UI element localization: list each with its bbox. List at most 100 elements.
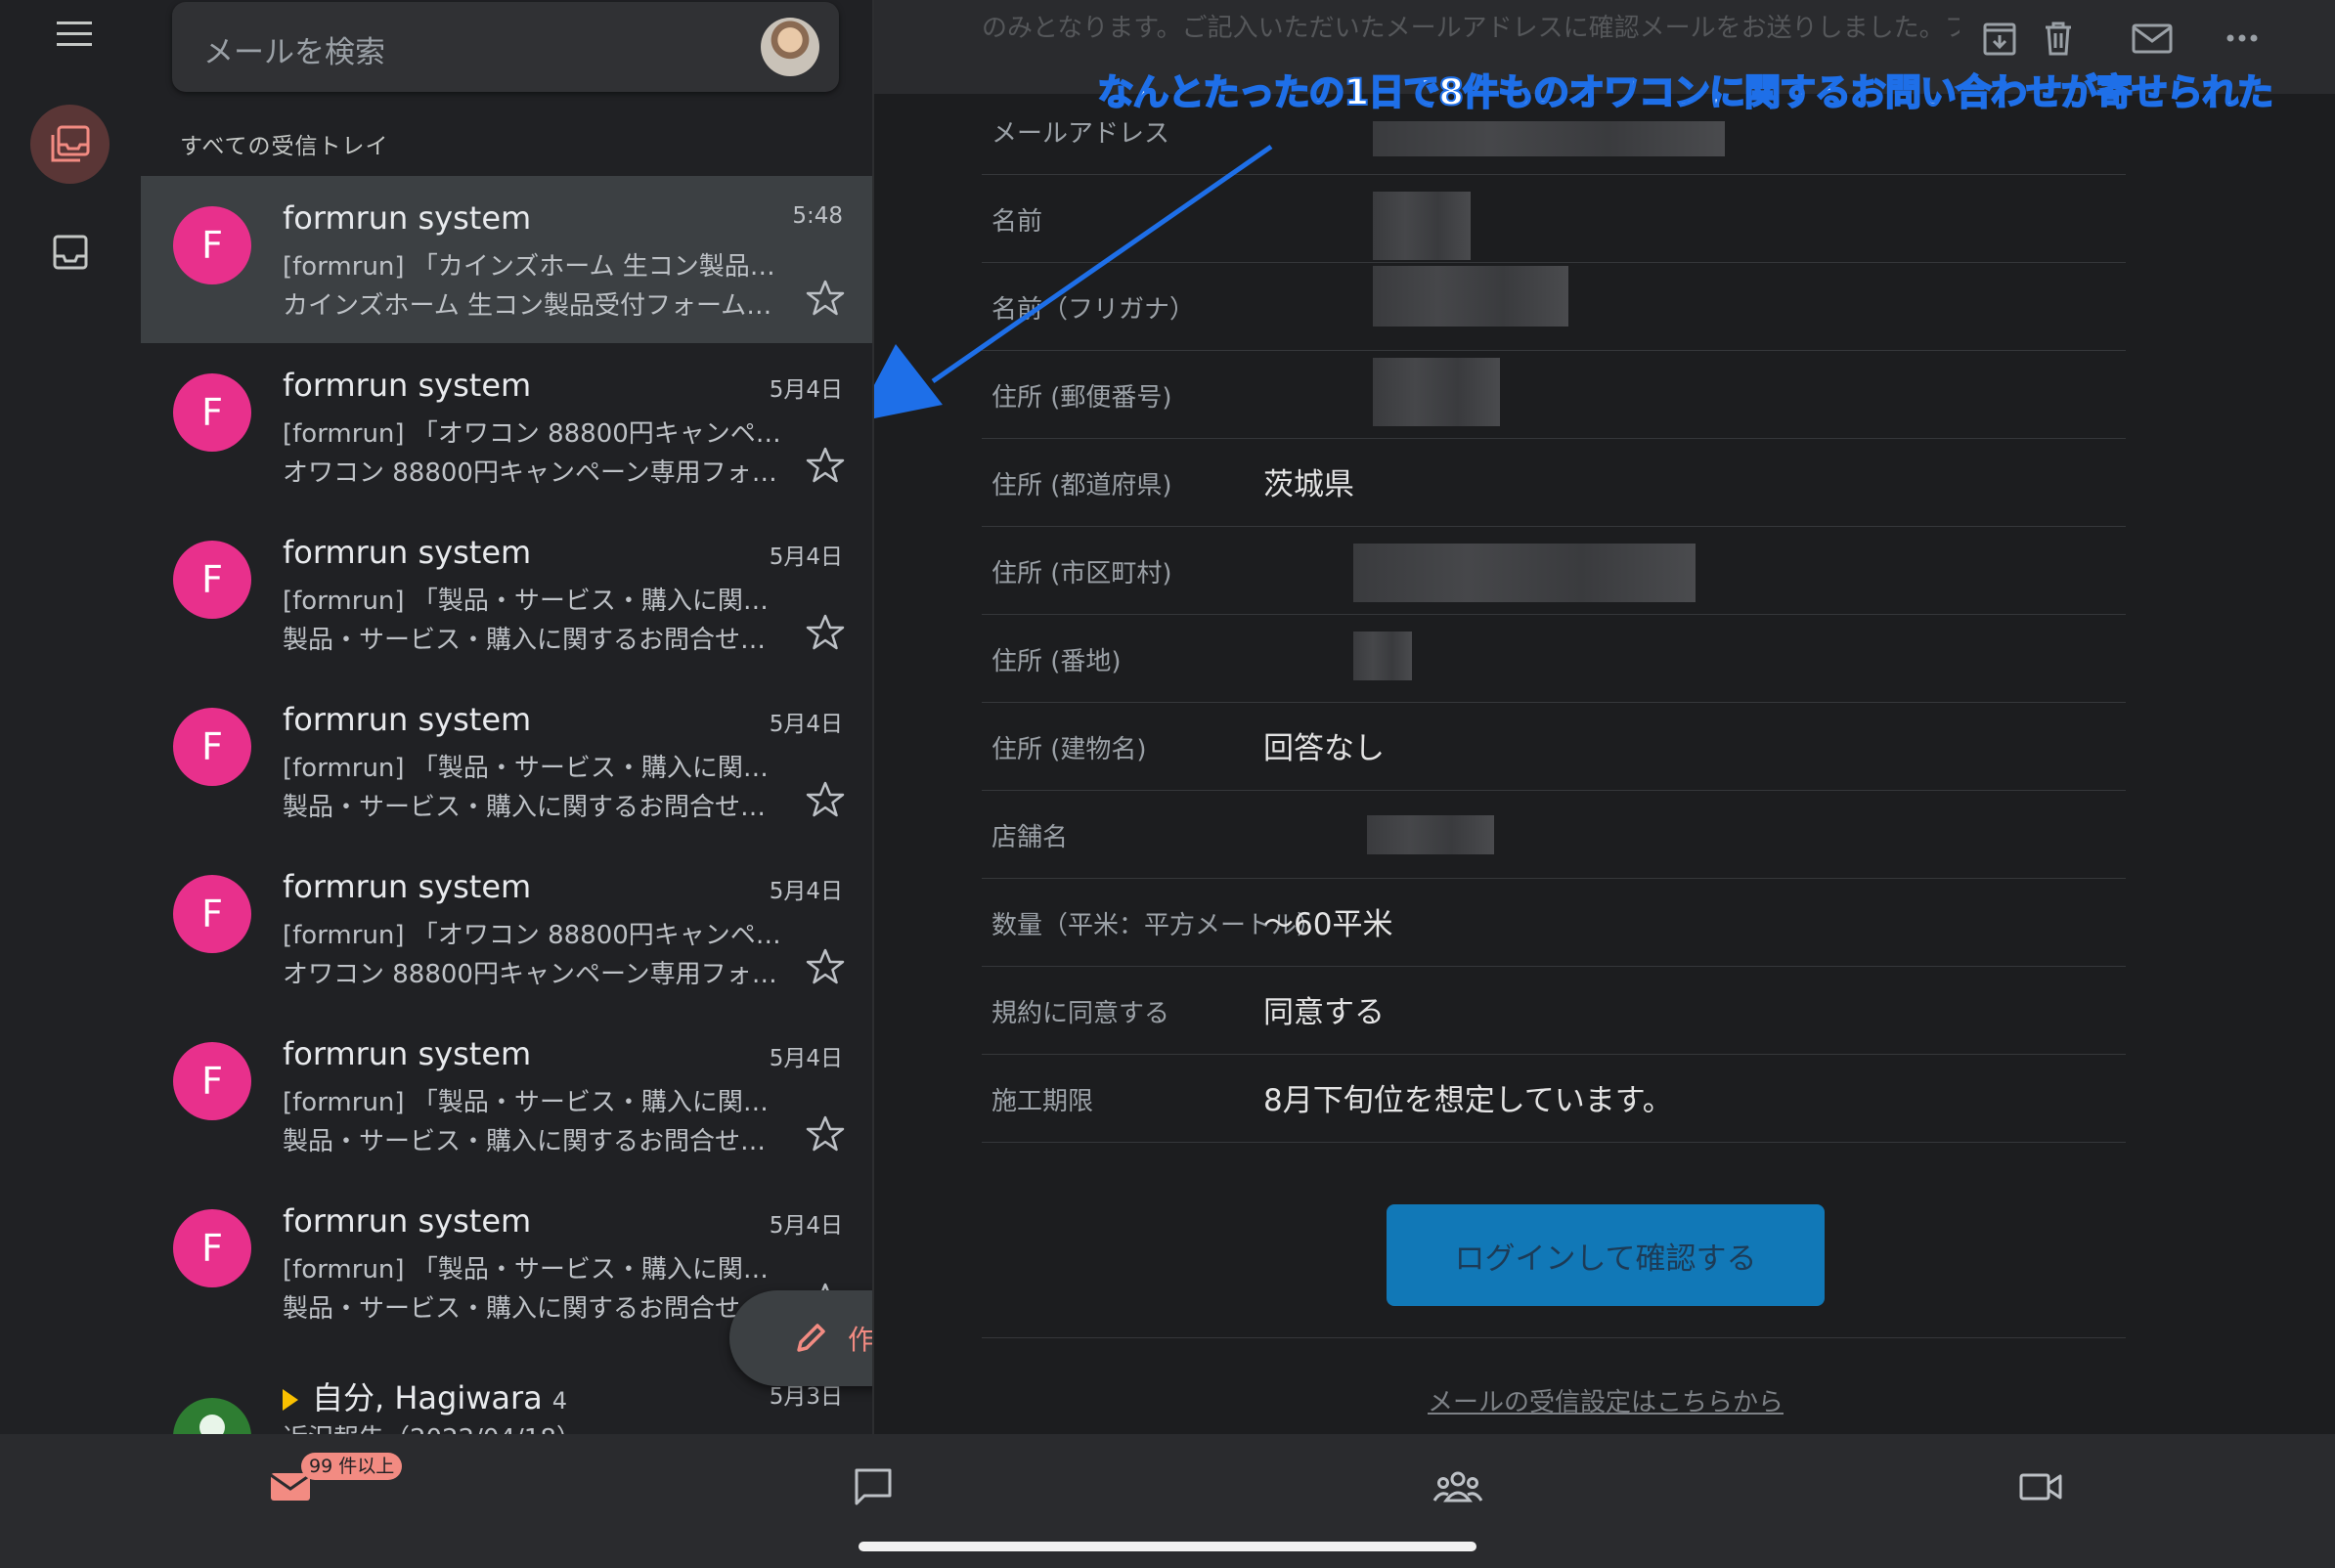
nav-rail bbox=[0, 0, 141, 1434]
redacted-name bbox=[1373, 192, 1471, 260]
footer-divider bbox=[982, 1337, 2126, 1338]
avatar bbox=[173, 1398, 251, 1434]
redacted-store bbox=[1367, 815, 1494, 854]
email-subject: [formrun] 「オワコン 88800円キャンペーン専用フォーム」 bbox=[283, 419, 791, 449]
list-item[interactable]: Fformrun system 5月4日 [formrun] 「製品・サービス・購入… bbox=[141, 510, 872, 677]
spaces-tab-icon[interactable] bbox=[1424, 1458, 1492, 1516]
field-label: 住所 (番地) bbox=[991, 647, 1122, 676]
redacted-kana bbox=[1373, 266, 1568, 327]
field-label: 名前（フリガナ） bbox=[991, 295, 1196, 325]
avatar: F bbox=[173, 1042, 251, 1120]
list-item[interactable]: Fformrun system 5:48 [formrun] 「カインズホーム 生コ… bbox=[141, 176, 872, 343]
field-label: 住所 (建物名) bbox=[991, 735, 1147, 764]
email-time: 5月4日 bbox=[769, 544, 843, 570]
field-label: 名前 bbox=[991, 207, 1043, 237]
login-confirm-button[interactable]: ログインして確認する bbox=[1387, 1204, 1825, 1306]
form-field-row: 名前 bbox=[982, 174, 2126, 263]
email-snippet: 製品・サービス・購入に関するお問合せフォーム bbox=[283, 1294, 791, 1324]
avatar: F bbox=[173, 541, 251, 619]
email-time: 5月4日 bbox=[769, 712, 843, 737]
more-options-icon[interactable] bbox=[2218, 14, 2267, 63]
sender-name: formrun system bbox=[283, 534, 532, 571]
email-snippet: 製品・サービス・購入に関するお問合せフォーム bbox=[283, 1127, 791, 1156]
field-label: 住所 (都道府県) bbox=[991, 471, 1172, 501]
email-time: 5月4日 bbox=[769, 1046, 843, 1071]
email-subject: [formrun] 「製品・サービス・購入に関するお問合せ」 bbox=[283, 754, 791, 783]
sender-name: 自分, Hagiwara 4 bbox=[283, 1373, 567, 1418]
mail-settings-link[interactable]: メールの受信設定はこちらから bbox=[1428, 1382, 1784, 1418]
email-snippet: オワコン 88800円キャンペーン専用フォームへの問い合わせ bbox=[283, 458, 791, 488]
star-icon[interactable] bbox=[806, 947, 845, 986]
email-subject: [formrun] 「カインズホーム 生コン製品受付フォーム」への問い合わせ bbox=[283, 252, 791, 282]
trash-icon[interactable] bbox=[2034, 14, 2083, 63]
field-value: 同意する bbox=[1263, 995, 1385, 1030]
email-time: 5:48 bbox=[792, 203, 843, 229]
email-subject: [formrun] 「製品・サービス・購入に関するお問合せ」 bbox=[283, 587, 791, 616]
unread-badge: 99 件以上 bbox=[301, 1453, 403, 1480]
sender-text: 自分, Hagiwara bbox=[312, 1379, 543, 1416]
header-faded-text: のみとなります。ご記入いただいたメールアドレスに確認メールをお送りしました。フォ… bbox=[982, 14, 1960, 43]
compose-button[interactable]: 作成 bbox=[729, 1290, 872, 1386]
star-icon[interactable] bbox=[806, 613, 845, 652]
field-label: 規約に同意する bbox=[991, 999, 1170, 1028]
star-icon[interactable] bbox=[806, 279, 845, 318]
redacted-email bbox=[1373, 121, 1725, 156]
archive-icon[interactable] bbox=[1975, 14, 2024, 63]
form-field-row: 数量（平米：平方メートル） 〜60平米 bbox=[982, 878, 2126, 967]
hamburger-menu-icon[interactable] bbox=[45, 12, 104, 57]
annotation-text: なんとたったの1日で8件ものオワコンに関するお問い合わせが寄せられた bbox=[1097, 70, 2274, 114]
form-field-row: 住所 (都道府県) 茨城県 bbox=[982, 438, 2126, 527]
inbox-icon[interactable] bbox=[41, 223, 100, 282]
redacted-city bbox=[1353, 544, 1696, 602]
sender-name: formrun system bbox=[283, 868, 532, 905]
form-field-row: 住所 (郵便番号) bbox=[982, 350, 2126, 439]
star-icon[interactable] bbox=[806, 446, 845, 485]
email-subject: [formrun] 「製品・サービス・購入に関するお問合せ」 bbox=[283, 1088, 791, 1117]
list-item[interactable]: Fformrun system 5月4日 [formrun] 「オワコン 88800… bbox=[141, 845, 872, 1012]
avatar: F bbox=[173, 708, 251, 786]
field-label: 施工期限 bbox=[991, 1087, 1094, 1116]
list-item[interactable]: Fformrun system 5月4日 [formrun] 「オワコン 88800… bbox=[141, 343, 872, 510]
form-field-row: 規約に同意する 同意する bbox=[982, 966, 2126, 1055]
email-time: 5月4日 bbox=[769, 1213, 843, 1239]
email-subject: 近況報告（2022/04/18） bbox=[283, 1418, 791, 1434]
account-avatar[interactable] bbox=[761, 18, 819, 76]
chat-tab-icon[interactable] bbox=[839, 1458, 907, 1516]
all-inboxes-icon[interactable] bbox=[30, 105, 110, 184]
email-snippet: オワコン 88800円キャンペーン専用フォームへの問い合わせ bbox=[283, 960, 791, 989]
list-item[interactable]: Fformrun system 5月4日 [formrun] 「製品・サービス・購入… bbox=[141, 677, 872, 845]
email-subject: [formrun] 「製品・サービス・購入に関するお問合せ」 bbox=[283, 1255, 791, 1285]
search-input[interactable]: メールを検索 bbox=[203, 27, 385, 71]
field-value: 回答なし bbox=[1263, 731, 1385, 766]
field-value: 8月下旬位を想定しています。 bbox=[1263, 1083, 1673, 1118]
field-label: 店舗名 bbox=[991, 823, 1069, 852]
redacted-postal bbox=[1373, 358, 1500, 426]
field-label: 住所 (郵便番号) bbox=[991, 383, 1172, 413]
field-value: 〜60平米 bbox=[1263, 907, 1393, 942]
sender-name: formrun system bbox=[283, 367, 532, 404]
email-snippet: 製品・サービス・購入に関するお問合せフォーム bbox=[283, 793, 791, 822]
email-list-panel: メールを検索 すべての受信トレイ Fformrun system 5:48 [for… bbox=[141, 0, 872, 1434]
avatar: F bbox=[173, 875, 251, 953]
avatar: F bbox=[173, 1209, 251, 1287]
sender-name: formrun system bbox=[283, 701, 532, 738]
email-snippet: カインズホーム 生コン製品受付フォームへの問い合わせ bbox=[283, 291, 791, 321]
email-time: 5月4日 bbox=[769, 879, 843, 904]
important-marker-icon bbox=[283, 1389, 298, 1411]
sender-name: formrun system bbox=[283, 1202, 532, 1240]
email-snippet: 製品・サービス・購入に関するお問合せフォーム bbox=[283, 626, 791, 655]
email-subject: [formrun] 「オワコン 88800円キャンペーン専用フォーム」 bbox=[283, 921, 791, 950]
mail-icon[interactable] bbox=[2128, 14, 2177, 63]
pencil-icon bbox=[797, 1324, 825, 1352]
form-field-row: 施工期限 8月下旬位を想定しています。 bbox=[982, 1054, 2126, 1143]
list-item[interactable]: Fformrun system 5月4日 [formrun] 「製品・サービス・購入… bbox=[141, 1012, 872, 1179]
meet-tab-icon[interactable] bbox=[2006, 1458, 2075, 1516]
search-bar[interactable]: メールを検索 bbox=[172, 2, 839, 92]
star-icon[interactable] bbox=[806, 780, 845, 819]
field-label: メールアドレス bbox=[991, 119, 1170, 149]
star-icon[interactable] bbox=[806, 1114, 845, 1154]
home-indicator[interactable] bbox=[859, 1542, 1476, 1551]
sender-name: formrun system bbox=[283, 1035, 532, 1072]
thread-count: 4 bbox=[551, 1387, 568, 1415]
email-detail-pane: のみとなります。ご記入いただいたメールアドレスに確認メールをお送りしました。フォ… bbox=[874, 0, 2335, 1434]
